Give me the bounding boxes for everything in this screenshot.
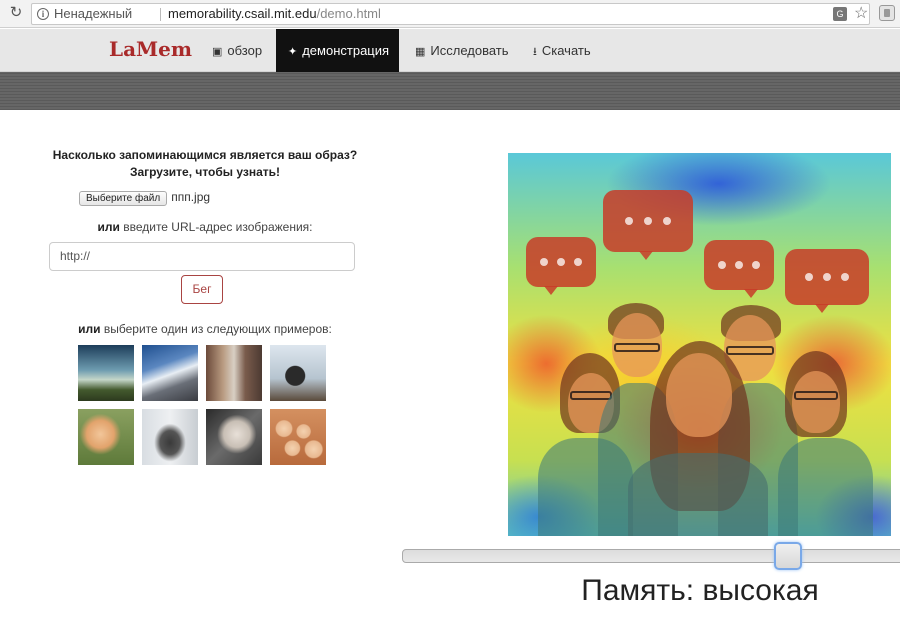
grid-icon: ▦ [415, 46, 426, 58]
nav-label: демонстрация [302, 43, 390, 58]
translate-icon[interactable]: G [833, 7, 847, 21]
url-path: /demo.html [316, 6, 381, 21]
download-icon: ⭳ [533, 46, 537, 58]
info-icon[interactable]: i [37, 8, 49, 20]
upload-panel: Насколько запоминающимся является ваш об… [40, 148, 370, 465]
example-thumbnail[interactable] [270, 345, 326, 401]
separator [160, 8, 161, 21]
example-thumbnail[interactable] [206, 409, 262, 465]
nav-item-demo[interactable]: ✦ демонстрация [276, 29, 399, 72]
url-prompt: или введите URL-адрес изображения: [40, 220, 370, 234]
site-navbar: LaMem ▣ обзор ✦ демонстрация ▦ Исследовать … [0, 29, 900, 72]
nav-item-overview[interactable]: ▣ обзор [200, 29, 274, 72]
magic-wand-icon: ✦ [288, 46, 298, 58]
file-chooser: Выберите файл ппп.jpg [79, 190, 210, 206]
nav-label: Исследовать [430, 43, 509, 58]
upload-prompt: Загрузите, чтобы узнать! [129, 165, 281, 179]
memorability-result: Память: высокая [581, 574, 819, 607]
example-thumbnail[interactable] [142, 345, 198, 401]
example-thumbnail[interactable] [270, 409, 326, 465]
choose-file-button[interactable]: Выберите файл [79, 191, 168, 206]
examples-prompt: или выберите один из следующих примеров: [40, 322, 370, 336]
image-icon: ▣ [212, 46, 223, 58]
example-thumbnail[interactable] [78, 345, 134, 401]
nav-label: Скачать [541, 43, 591, 58]
brand-logo[interactable]: LaMem [109, 37, 192, 61]
memorability-slider-track[interactable] [402, 549, 900, 563]
chosen-file-name: ппп.jpg [171, 190, 211, 204]
header-banner [0, 72, 900, 110]
example-thumbnail[interactable] [78, 409, 134, 465]
reload-icon[interactable]: ↻ [8, 5, 24, 21]
nav-item-download[interactable]: ⭳ Скачать [521, 29, 603, 72]
question-heading: Насколько запоминающимся является ваш об… [52, 148, 358, 162]
run-button[interactable]: Бег [181, 275, 223, 304]
example-thumbnail[interactable] [206, 345, 262, 401]
or-word: или [97, 220, 120, 234]
bookmark-star-icon[interactable]: ☆ [854, 4, 868, 24]
speech-bubble [704, 240, 774, 298]
memorability-slider-handle[interactable] [774, 542, 802, 570]
extension-icon[interactable] [879, 5, 895, 21]
image-url-input[interactable]: http:// [49, 242, 355, 271]
example-thumbnail[interactable] [142, 409, 198, 465]
memorability-heatmap [508, 153, 891, 536]
speech-bubble [785, 249, 869, 313]
address-bar[interactable]: i Ненадежный memorability.csail.mit.edu/… [31, 3, 870, 25]
url-text[interactable]: memorability.csail.mit.edu/demo.html [168, 4, 381, 24]
speech-bubble [603, 190, 693, 260]
url-prompt-text: введите URL-адрес изображения: [119, 220, 313, 234]
examples-prompt-text: выберите один из следующих примеров: [100, 322, 332, 336]
nav-label: обзор [227, 43, 263, 58]
security-label[interactable]: Ненадежный [54, 4, 132, 24]
browser-toolbar: ↻ i Ненадежный memorability.csail.mit.ed… [0, 0, 900, 28]
or-word: или [78, 322, 101, 336]
nav-item-explore[interactable]: ▦ Исследовать [403, 29, 521, 72]
url-host: memorability.csail.mit.edu [168, 6, 317, 21]
speech-bubble [526, 237, 596, 295]
